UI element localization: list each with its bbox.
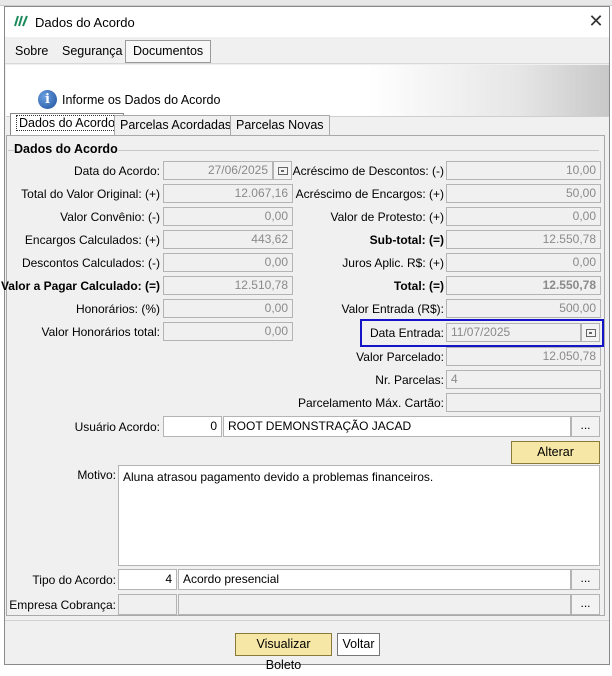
label-total-valor-original: Total do Valor Original: (+): [21, 187, 160, 201]
tab-parcelas-acordadas[interactable]: Parcelas Acordadas: [114, 115, 238, 135]
field-total[interactable]: 12.550,78: [446, 276, 601, 295]
label-usuario-acordo: Usuário Acordo:: [74, 420, 160, 434]
alterar-usuario-button[interactable]: Alterar Usuário: [511, 441, 600, 480]
motivo-textarea[interactable]: Aluna atrasou pagamento devido a problem…: [118, 465, 600, 566]
label-motivo: Motivo:: [77, 468, 116, 482]
field-acrescimo-encargos[interactable]: 50,00: [446, 184, 601, 203]
field-sub-total[interactable]: 12.550,78: [446, 230, 601, 249]
field-usuario-codigo[interactable]: 0: [163, 416, 222, 437]
field-data-acordo[interactable]: 27/06/2025: [163, 161, 273, 180]
field-nr-parcelas[interactable]: 4: [446, 370, 601, 389]
window-title: Dados do Acordo: [35, 15, 135, 30]
label-juros-aplic: Juros Aplic. R$: (+): [342, 256, 444, 270]
label-data-entrada: Data Entrada:: [369, 326, 444, 340]
info-icon: i: [38, 90, 57, 109]
field-tipo-nome[interactable]: Acordo presencial: [178, 569, 571, 590]
label-acrescimo-encargos: Acréscimo de Encargos: (+): [295, 187, 444, 201]
tab-parcelas-novas[interactable]: Parcelas Novas: [230, 115, 330, 135]
app-logo-icon: [14, 15, 28, 27]
menu-seguranca[interactable]: Segurança: [62, 44, 122, 58]
field-parcelamento-max-cartao[interactable]: [446, 393, 601, 412]
field-valor-convenio[interactable]: 0,00: [163, 207, 293, 226]
label-valor-honorarios-total: Valor Honorários total:: [41, 325, 161, 339]
field-usuario-nome[interactable]: ROOT DEMONSTRAÇÃO JACAD: [223, 416, 571, 437]
label-valor-convenio: Valor Convênio: (-): [60, 210, 160, 224]
label-valor-protesto: Valor de Protesto: (+): [330, 210, 445, 224]
label-sub-total: Sub-total: (=): [369, 233, 444, 247]
field-juros-aplic[interactable]: 0,00: [446, 253, 601, 272]
menu-sobre[interactable]: Sobre: [15, 44, 48, 58]
label-valor-parcelado: Valor Parcelado:: [356, 350, 444, 364]
calendar-icon[interactable]: [273, 161, 292, 180]
label-valor-a-pagar: Valor a Pagar Calculado: (=): [0, 279, 160, 293]
voltar-button[interactable]: Voltar: [337, 633, 380, 656]
header-panel: i Informe os Dados do Acordo: [6, 65, 609, 117]
visualizar-boleto-button[interactable]: Visualizar Boleto: [235, 633, 332, 672]
label-descontos-calculados: Descontos Calculados: (-): [21, 256, 160, 270]
field-data-entrada[interactable]: 11/07/2025: [446, 323, 581, 342]
empresa-lookup-button[interactable]: ...: [571, 594, 600, 615]
tab-label: Dados do Acordo: [16, 115, 118, 131]
label-total: Total: (=): [393, 279, 444, 293]
field-valor-a-pagar[interactable]: 12.510,78: [163, 276, 293, 295]
field-valor-parcelado[interactable]: 12.050,78: [446, 347, 601, 366]
label-honorarios: Honorários: (%): [75, 302, 160, 316]
group-title: Dados do Acordo: [14, 142, 118, 156]
field-honorarios[interactable]: 0,00: [163, 299, 293, 318]
label-nr-parcelas: Nr. Parcelas:: [375, 373, 444, 387]
usuario-lookup-button[interactable]: ...: [571, 416, 600, 437]
label-acrescimo-descontos: Acréscimo de Descontos: (-): [292, 164, 444, 178]
field-descontos-calculados[interactable]: 0,00: [163, 253, 293, 272]
label-tipo-acordo: Tipo do Acordo:: [32, 573, 116, 587]
field-total-valor-original[interactable]: 12.067,16: [163, 184, 293, 203]
label-data-acordo: Data do Acordo:: [73, 164, 160, 178]
label-encargos-calculados: Encargos Calculados: (+): [24, 233, 160, 247]
field-encargos-calculados[interactable]: 443,62: [163, 230, 293, 249]
label-empresa-cobranca: Empresa Cobrança:: [9, 598, 116, 612]
menu-documentos[interactable]: Documentos: [125, 40, 212, 63]
tipo-lookup-button[interactable]: ...: [571, 569, 600, 590]
field-valor-honorarios-total[interactable]: 0,00: [163, 322, 293, 341]
header-text: Informe os Dados do Acordo: [62, 93, 221, 107]
menu-bar: Sobre Segurança Documentos: [5, 38, 609, 64]
title-bar: Dados do Acordo ✕: [5, 7, 609, 37]
close-button[interactable]: ✕: [585, 11, 607, 33]
field-empresa-codigo[interactable]: [118, 594, 177, 615]
calendar-icon[interactable]: [581, 323, 600, 342]
field-tipo-codigo[interactable]: 4: [118, 569, 177, 590]
label-parcelamento-max-cartao: Parcelamento Máx. Cartão:: [297, 396, 444, 410]
field-valor-entrada[interactable]: 500,00: [446, 299, 601, 318]
field-empresa-nome[interactable]: [178, 594, 571, 615]
field-valor-protesto[interactable]: 0,00: [446, 207, 601, 226]
field-acrescimo-descontos[interactable]: 10,00: [446, 161, 601, 180]
tab-dados-do-acordo[interactable]: Dados do Acordo: [10, 113, 124, 136]
label-valor-entrada: Valor Entrada (R$):: [341, 302, 445, 316]
